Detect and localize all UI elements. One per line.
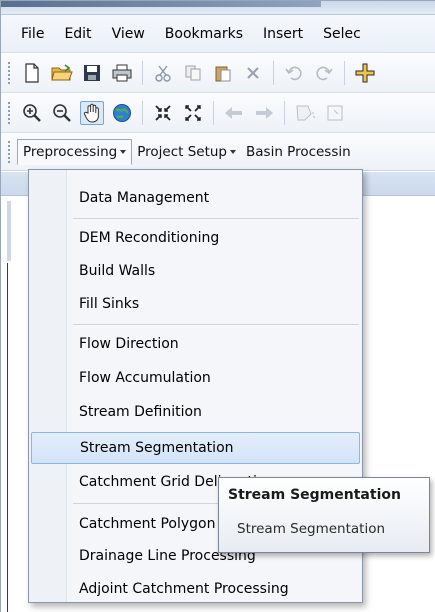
menu-item-adjoint-catchment-processing[interactable]: Adjoint Catchment Processing: [31, 573, 360, 605]
menu-item-flow-direction[interactable]: Flow Direction: [31, 328, 360, 360]
select-features-icon[interactable]: [293, 101, 317, 125]
basin-processing-menu-button[interactable]: Basin Processin: [241, 140, 356, 164]
menu-item-fill-sinks[interactable]: Fill Sinks: [31, 288, 360, 320]
delete-icon[interactable]: [241, 61, 265, 85]
basin-processing-menu-label: Basin Processin: [246, 143, 351, 160]
back-extent-icon[interactable]: [222, 101, 246, 125]
menu-view[interactable]: View: [102, 26, 155, 42]
pane-divider: [7, 263, 8, 612]
preprocessing-menu-button[interactable]: Preprocessing: [17, 138, 133, 165]
menu-separator: [73, 218, 359, 219]
menu-item-flow-accumulation[interactable]: Flow Accumulation: [31, 362, 360, 394]
tooltip: Stream Segmentation Stream Segmentation: [218, 477, 430, 553]
full-extent-icon[interactable]: [110, 101, 134, 125]
menu-file[interactable]: File: [11, 26, 54, 42]
toolbar-separator: [213, 100, 214, 125]
tools-toolbar: [1, 93, 435, 133]
toolbar-grip-icon[interactable]: [7, 139, 11, 164]
tooltip-description: Stream Segmentation: [237, 521, 386, 537]
project-setup-menu-button[interactable]: Project Setup: [132, 140, 241, 164]
extension-toolbar: Preprocessing Project Setup Basin Proces…: [1, 133, 435, 171]
menu-selection[interactable]: Selec: [313, 26, 371, 42]
menu-item-dem-reconditioning[interactable]: DEM Reconditioning: [31, 222, 360, 254]
undo-icon[interactable]: [282, 61, 306, 85]
preprocessing-menu-label: Preprocessing: [23, 143, 118, 160]
forward-extent-icon[interactable]: [252, 101, 276, 125]
new-document-icon[interactable]: [20, 61, 44, 85]
pan-icon[interactable]: [80, 100, 104, 125]
redo-icon[interactable]: [312, 61, 336, 85]
menu-edit[interactable]: Edit: [54, 26, 101, 42]
menu-separator: [73, 324, 359, 325]
open-folder-icon[interactable]: [50, 61, 74, 85]
menu-item-build-walls[interactable]: Build Walls: [31, 255, 360, 287]
toolbar-grip-icon[interactable]: [7, 100, 11, 125]
menu-insert[interactable]: Insert: [253, 26, 313, 42]
menu-item-stream-definition[interactable]: Stream Definition: [31, 396, 360, 428]
fixed-zoom-out-icon[interactable]: [181, 101, 205, 125]
zoom-in-icon[interactable]: [20, 101, 44, 125]
chevron-down-icon: [120, 149, 127, 154]
project-setup-menu-label: Project Setup: [137, 143, 227, 160]
print-icon[interactable]: [110, 61, 134, 85]
menu-bookmarks[interactable]: Bookmarks: [155, 26, 253, 42]
toolbar-separator: [284, 100, 285, 125]
clear-selection-icon[interactable]: [323, 101, 347, 125]
toolbar-grip-icon[interactable]: [7, 60, 11, 85]
chevron-down-icon: [230, 149, 236, 154]
menu-bar: File Edit View Bookmarks Insert Selec: [1, 15, 435, 53]
copy-icon[interactable]: [181, 61, 205, 85]
paste-icon[interactable]: [211, 61, 235, 85]
title-bar-accent: [1, 1, 321, 7]
zoom-out-icon[interactable]: [50, 101, 74, 125]
fixed-zoom-in-icon[interactable]: [151, 101, 175, 125]
pane-tab[interactable]: [7, 201, 11, 261]
tooltip-title: Stream Segmentation: [228, 487, 401, 503]
standard-toolbar: [1, 53, 435, 93]
toolbar-separator: [273, 60, 274, 85]
title-bar: [1, 1, 435, 15]
menu-item-data-management[interactable]: Data Management: [31, 182, 360, 214]
toolbar-separator: [142, 60, 143, 85]
arcmap-window: File Edit View Bookmarks Insert Selec Pr…: [0, 0, 435, 612]
cut-icon[interactable]: [151, 61, 175, 85]
toolbar-separator: [344, 60, 345, 85]
add-data-icon[interactable]: [353, 61, 377, 85]
toolbar-separator: [142, 100, 143, 125]
menu-item-stream-segmentation[interactable]: Stream Segmentation: [31, 432, 360, 464]
save-icon[interactable]: [80, 61, 104, 85]
